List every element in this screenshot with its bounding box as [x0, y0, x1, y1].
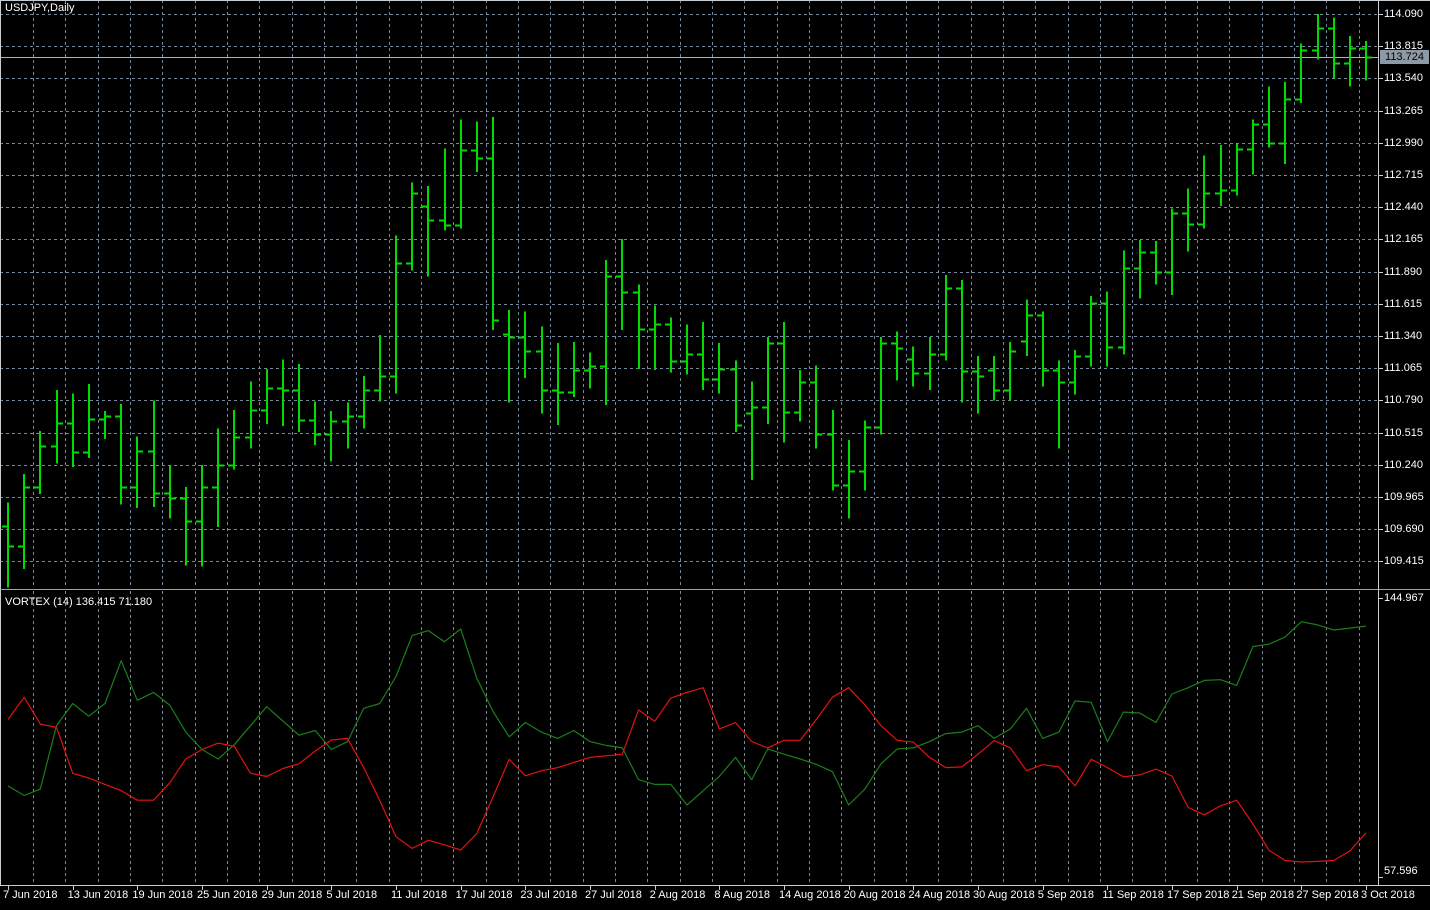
- chart-svg: [0, 0, 1430, 890]
- price-tick-label: 110.515: [1384, 426, 1423, 439]
- price-tick-label: 111.065: [1384, 362, 1423, 375]
- date-tick-label: 13 Jun 2018: [67, 889, 129, 901]
- date-tick-label: 20 Aug 2018: [843, 889, 906, 901]
- price-tick-label: 111.615: [1384, 297, 1423, 310]
- indicator-axis-min: 57.596: [1384, 865, 1418, 877]
- date-tick-label: 27 Jul 2018: [585, 889, 642, 901]
- date-tick-label: 30 Aug 2018: [973, 889, 1035, 901]
- indicator-axis-max: 144.967: [1384, 592, 1424, 604]
- date-tick-label: 5 Sep 2018: [1037, 889, 1094, 901]
- date-tick-label: 21 Sep 2018: [1231, 889, 1295, 901]
- date-tick-label: 7 Jun 2018: [3, 889, 58, 901]
- date-tick-label: 24 Aug 2018: [908, 889, 971, 901]
- date-tick-label: 25 Jun 2018: [197, 889, 258, 901]
- date-tick-label: 8 Aug 2018: [714, 889, 771, 901]
- current-price-badge: 113.724: [1380, 49, 1429, 64]
- date-tick-label: 2 Aug 2018: [649, 889, 706, 901]
- price-tick-label: 112.715: [1384, 168, 1423, 181]
- price-tick-label: 114.090: [1384, 8, 1423, 20]
- date-tick-label: 11 Sep 2018: [1102, 889, 1164, 901]
- date-tick-label: 23 Jul 2018: [520, 889, 578, 901]
- price-tick-label: 109.965: [1384, 490, 1424, 503]
- price-tick-label: 113.540: [1384, 72, 1423, 85]
- chart-canvas[interactable]: [0, 0, 1430, 910]
- date-tick-label: 17 Sep 2018: [1167, 889, 1230, 901]
- price-tick-label: 111.890: [1384, 265, 1423, 278]
- price-tick-label: 112.440: [1384, 201, 1423, 214]
- price-tick-label: 110.240: [1384, 458, 1423, 471]
- chart-window: USDJPY,Daily VORTEX (14) 136.415 71.180 …: [0, 0, 1430, 910]
- date-tick-label: 29 Jun 2018: [261, 889, 323, 901]
- indicator-label: VORTEX (14) 136.415 71.180: [5, 596, 153, 608]
- date-tick-label: 5 Jul 2018: [326, 889, 378, 901]
- symbol-timeframe-label: USDJPY,Daily: [5, 2, 75, 14]
- date-tick-label: 17 Jul 2018: [455, 889, 513, 901]
- date-tick-label: 3 Oct 2018: [1361, 889, 1415, 901]
- price-tick-label: 109.690: [1384, 523, 1424, 536]
- price-tick-label: 109.415: [1384, 555, 1424, 568]
- date-tick-label: 19 Jun 2018: [132, 889, 193, 901]
- price-tick-label: 111.340: [1384, 329, 1423, 342]
- price-tick-label: 112.990: [1384, 136, 1423, 149]
- date-tick-label: 14 Aug 2018: [779, 889, 841, 901]
- date-tick-label: 11 Jul 2018: [391, 889, 448, 901]
- price-tick-label: 113.265: [1384, 104, 1423, 117]
- price-tick-label: 112.165: [1384, 233, 1423, 246]
- date-tick-label: 27 Sep 2018: [1296, 889, 1359, 901]
- price-tick-label: 110.790: [1384, 394, 1423, 407]
